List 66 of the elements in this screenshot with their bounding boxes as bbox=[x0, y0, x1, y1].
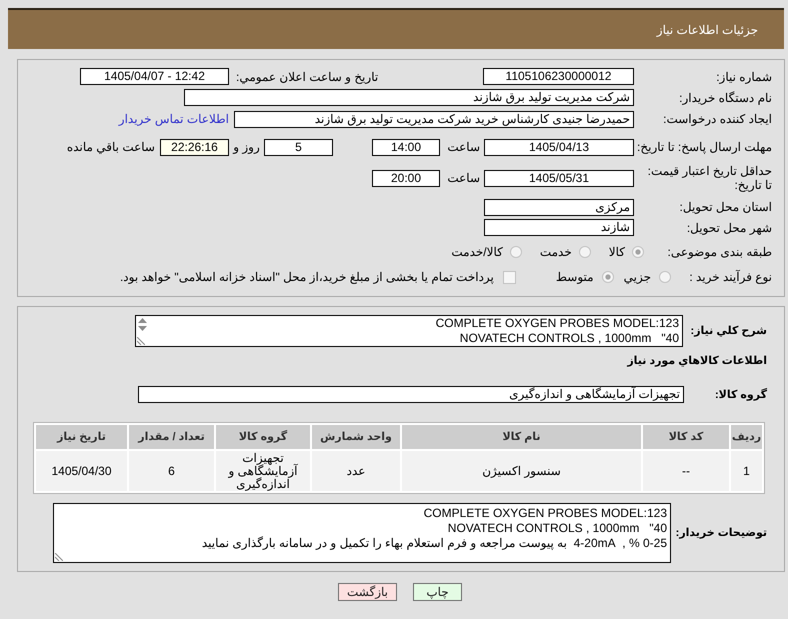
radio-label: خدمت bbox=[540, 245, 572, 259]
group-label: گروه کالا: bbox=[714, 388, 767, 402]
group-field[interactable]: تجهیزات آزمایشگاهی و اندازه‌گیری bbox=[138, 386, 684, 403]
category-label: طبقه بندی موضوعی: bbox=[666, 245, 772, 259]
radio-label: جزيي bbox=[624, 270, 651, 284]
radio-label: کالا bbox=[608, 245, 625, 259]
print-button[interactable]: چاپ bbox=[413, 583, 462, 601]
table-cell: 1405/04/30 bbox=[36, 451, 127, 491]
treasury-payment-label: پرداخت تمام یا بخشی از مبلغ خرید،از محل "اسناد خزانه اسلامی" خواهد بود. bbox=[120, 270, 494, 284]
buyer-contact-link[interactable]: اطلاعات تماس خریدار bbox=[118, 110, 229, 128]
table-cell: -- bbox=[643, 451, 729, 491]
need-number-label: شماره نیاز: bbox=[715, 70, 772, 84]
table-cell: 6 bbox=[129, 451, 214, 491]
radio-label: کالا/خدمت bbox=[451, 245, 503, 259]
price-validity-label: حداقل تاریخ اعتبار قیمت: تا تاریخ: bbox=[646, 164, 772, 192]
requester-field[interactable]: حمیدرضا جنیدی کارشناس خرید شرکت مدیریت تولید برق شازند bbox=[234, 110, 634, 128]
table-header-cell: نام کالا bbox=[402, 425, 641, 449]
table-header-cell: تاریخ نیاز bbox=[36, 425, 127, 449]
description-field[interactable]: COMPLETE OXYGEN PROBES MODEL:123 40" NOVATECH CONTROLS , 1000mm bbox=[135, 315, 683, 347]
buyer-org-label: نام دستگاه خریدار: bbox=[678, 90, 772, 104]
radio-button[interactable] bbox=[632, 246, 644, 258]
table-header-cell: ردیف bbox=[731, 425, 762, 449]
announcement-label: تاریخ و ساعت اعلان عمومي: bbox=[236, 70, 378, 84]
time-label: ساعت bbox=[447, 140, 480, 154]
time-label: ساعت bbox=[447, 171, 480, 185]
validity-time-field[interactable]: 20:00 bbox=[372, 170, 440, 186]
requester-label: ایجاد کننده درخواست: bbox=[662, 112, 772, 126]
table-cell: 1 bbox=[731, 451, 762, 491]
city-field[interactable]: شازند bbox=[484, 219, 634, 236]
days-label: روز و bbox=[233, 140, 260, 154]
remaining-time-field[interactable]: 22:26:16 bbox=[160, 138, 229, 156]
table-cell: سنسور اکسیژن bbox=[402, 451, 641, 491]
section-title: اطلاعات کالاهاي مورد نیاز bbox=[627, 354, 767, 368]
days-field[interactable]: 5 bbox=[264, 138, 333, 156]
process-label: نوع فرآیند خرید : bbox=[688, 270, 772, 284]
table-cell: عدد bbox=[312, 451, 400, 491]
table-header-cell: کد کالا bbox=[643, 425, 729, 449]
reply-deadline-label: مهلت ارسال پاسخ: تا تاریخ: bbox=[636, 140, 772, 154]
radio-button[interactable] bbox=[602, 271, 614, 283]
resize-grip-icon[interactable] bbox=[137, 337, 145, 345]
reply-date-field[interactable]: 1405/04/13 bbox=[484, 138, 634, 156]
announcement-field[interactable]: 1405/04/07 - 12:42 bbox=[80, 68, 229, 85]
province-label: استان محل تحویل: bbox=[678, 200, 772, 214]
table-header-cell: تعداد / مقدار bbox=[129, 425, 214, 449]
radio-button[interactable] bbox=[510, 246, 522, 258]
checkbox[interactable] bbox=[502, 270, 516, 284]
validity-date-field[interactable]: 1405/05/31 bbox=[484, 170, 634, 186]
table-cell: تجهیزات آزمایشگاهی و اندازه‌گیری bbox=[216, 451, 310, 491]
buyer-org-field[interactable]: شرکت مدیریت تولید برق شازند bbox=[184, 89, 634, 106]
remaining-time-label: ساعت باقي مانده bbox=[66, 140, 155, 154]
page-title: جزئیات اطلاعات نیاز bbox=[656, 22, 758, 38]
buyer-notes-label: توضیحات خریدار: bbox=[674, 526, 767, 540]
table-header-cell: واحد شمارش bbox=[312, 425, 400, 449]
resize-grip-icon[interactable] bbox=[55, 553, 63, 561]
province-field[interactable]: مرکزی bbox=[484, 198, 634, 216]
radio-button[interactable] bbox=[578, 246, 591, 258]
radio-label: متوسط bbox=[556, 270, 594, 284]
need-number-field[interactable]: 1105106230000012 bbox=[483, 68, 634, 85]
reply-time-field[interactable]: 14:00 bbox=[372, 138, 440, 156]
radio-button[interactable] bbox=[659, 271, 671, 283]
city-label: شهر محل تحویل: bbox=[686, 220, 772, 234]
back-button[interactable]: بازگشت bbox=[338, 583, 397, 601]
scroll-arrows-icon[interactable] bbox=[138, 318, 147, 331]
description-label: شرح کلي نیاز: bbox=[690, 324, 767, 338]
table-header-cell: گروه کالا bbox=[216, 425, 310, 449]
buyer-notes-field[interactable]: COMPLETE OXYGEN PROBES MODEL:123 40" NOVATECH CONTROLS , 1000mm 0-25 % , 4-20mA به پیوست مراجعه و فرم استعلام بهاء را تکمیل و در سامانه بارگذاری نمایید bbox=[53, 503, 671, 563]
